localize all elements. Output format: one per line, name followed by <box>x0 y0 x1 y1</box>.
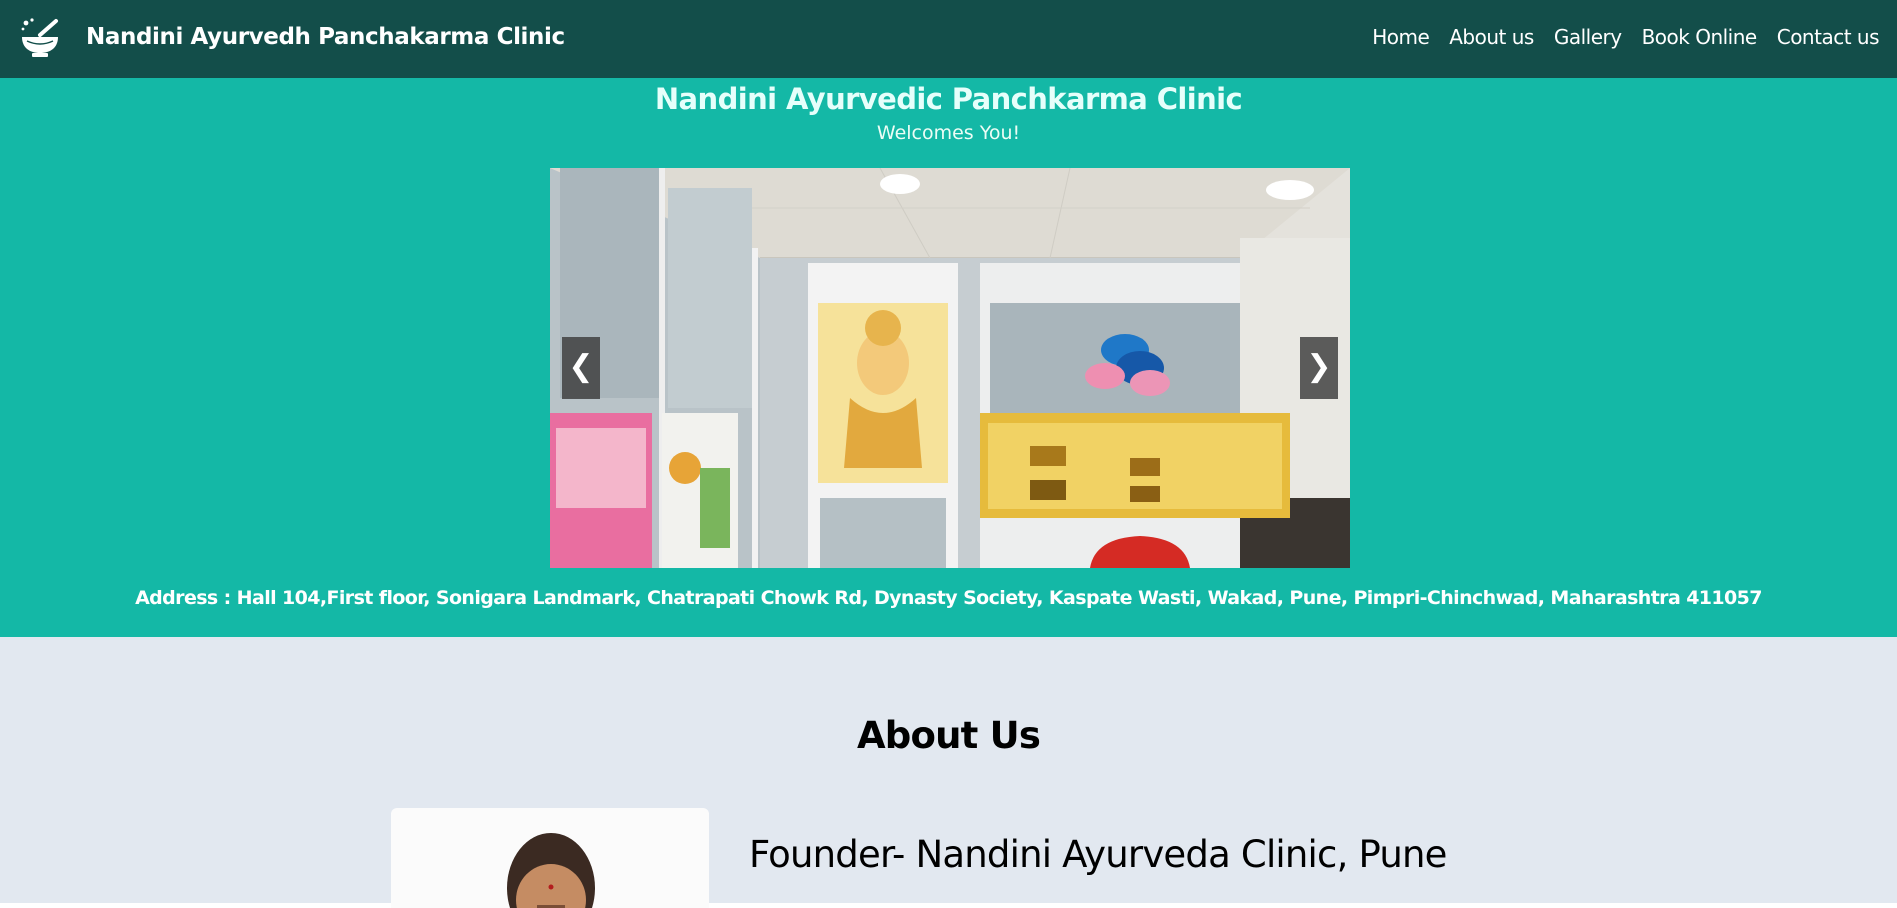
nav-book-online[interactable]: Book Online <box>1642 25 1758 49</box>
hero-title: Nandini Ayurvedic Panchkarma Clinic <box>654 82 1243 116</box>
carousel-prev-button[interactable]: ❮ <box>562 337 600 399</box>
brand-name[interactable]: Nandini Ayurvedh Panchakarma Clinic <box>86 24 565 50</box>
navbar: Nandini Ayurvedh Panchakarma Clinic Home… <box>0 0 1897 78</box>
about-section: About Us Founder- Nandini Ayurveda Clini… <box>0 637 1897 908</box>
nav-contact-us[interactable]: Contact us <box>1777 25 1880 49</box>
carousel-next-button[interactable]: ❯ <box>1300 337 1338 399</box>
hero-subtitle: Welcomes You! <box>876 122 1021 144</box>
nav-gallery[interactable]: Gallery <box>1554 25 1622 49</box>
founder-photo <box>391 808 709 908</box>
hero-section: Nandini Ayurvedic Panchkarma Clinic Welc… <box>0 78 1897 637</box>
clinic-address: Address : Hall 104,First floor, Sonigara… <box>135 587 1762 609</box>
founder-title: Founder- Nandini Ayurveda Clinic, Pune <box>749 833 1447 876</box>
main-nav: Home About us Gallery Book Online Contac… <box>1372 25 1879 49</box>
nav-about-us[interactable]: About us <box>1449 25 1534 49</box>
image-carousel[interactable]: ❮ ❯ <box>550 168 1350 568</box>
nav-home[interactable]: Home <box>1372 25 1430 49</box>
clinic-interior-photo <box>550 168 1350 568</box>
about-heading: About Us <box>856 714 1041 757</box>
mortar-pestle-icon[interactable] <box>18 17 62 59</box>
